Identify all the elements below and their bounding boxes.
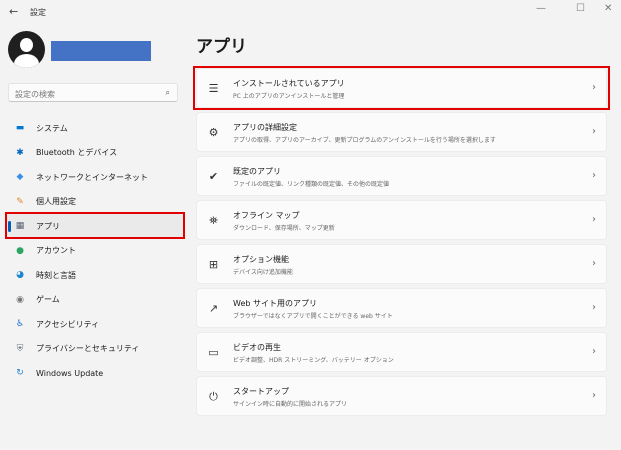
card-icon: ⏻: [209, 390, 218, 403]
card-icon: ↗: [208, 302, 219, 315]
search-icon: ⌕: [165, 88, 170, 97]
highlight-installed-apps: [193, 66, 610, 110]
sidebar-item-5[interactable]: ● アカウント: [6, 239, 184, 263]
sidebar-item-2[interactable]: ◆ ネットワークとインターネット: [6, 165, 184, 189]
card-subtitle: アプリの取得、アプリのアーカイブ、更新プログラムのアンインストールを行う場所を選…: [233, 137, 496, 144]
card-subtitle: ビデオ調整、HDR ストリーミング、バッテリー オプション: [233, 357, 394, 364]
settings-card-6[interactable]: ▭ ビデオの再生ビデオ調整、HDR ストリーミング、バッテリー オプション ›: [196, 332, 607, 372]
settings-card-5[interactable]: ↗ Web サイト用のアプリブラウザーではなくアプリで開くことができる web サ…: [196, 288, 607, 328]
sidebar-icon: ↻: [16, 368, 24, 378]
card-subtitle: ダウンロード、保存場所、マップ更新: [233, 225, 335, 232]
card-title: アプリの詳細設定: [233, 123, 297, 132]
sidebar-item-10[interactable]: ↻ Windows Update: [6, 361, 184, 385]
sidebar-icon: ✱: [16, 147, 24, 158]
chevron-right-icon: ›: [592, 302, 596, 313]
close-button[interactable]: ✕: [604, 3, 612, 14]
sidebar-item-6[interactable]: ◕ 時刻と言語: [6, 263, 184, 287]
card-icon: ⊞: [208, 258, 219, 271]
settings-card-2[interactable]: ✔ 既定のアプリファイルの既定値、リンク種類の既定値、その他の既定値 ›: [196, 156, 607, 196]
sidebar-item-9[interactable]: ⛨ プライバシーとセキュリティ: [6, 337, 184, 361]
card-icon: ▭: [208, 346, 219, 359]
card-icon: ⛯: [209, 214, 218, 227]
maximize-button[interactable]: ☐: [576, 3, 585, 14]
sidebar-item-label: Windows Update: [36, 368, 104, 378]
chevron-right-icon: ›: [592, 126, 596, 137]
search-input[interactable]: 設定の検索 ⌕: [8, 83, 178, 102]
chevron-right-icon: ›: [592, 170, 596, 181]
sidebar-icon: ✎: [16, 196, 24, 207]
back-button[interactable]: ←: [9, 5, 18, 18]
settings-card-4[interactable]: ⊞ オプション機能 デバイス向け追加機能 ›: [196, 244, 607, 284]
sidebar-item-label: アクセシビリティ: [36, 319, 100, 329]
title-bar: ← 設定 — ☐ ✕: [0, 0, 621, 24]
card-title: スタートアップ: [233, 387, 289, 396]
search-placeholder: 設定の検索: [15, 90, 55, 99]
sidebar-icon: ◆: [16, 172, 24, 182]
card-subtitle: ファイルの既定値、リンク種類の既定値、その他の既定値: [233, 181, 390, 188]
sidebar-icon: ▬: [15, 123, 25, 133]
card-icon: ✔: [208, 170, 219, 183]
sidebar-item-label: Bluetooth とデバイス: [36, 148, 118, 157]
sidebar-icon: ◉: [16, 294, 24, 305]
avatar[interactable]: [8, 31, 45, 68]
user-name-redacted: [51, 41, 151, 61]
card-subtitle: デバイス向け追加機能: [233, 269, 293, 276]
card-subtitle: サインイン時に自動的に開始されるアプリ: [233, 401, 348, 408]
card-title: オプション機能: [233, 255, 289, 264]
card-title: Web サイト用のアプリ: [233, 299, 317, 308]
chevron-right-icon: ›: [592, 390, 596, 401]
highlight-apps: [5, 212, 185, 239]
chevron-right-icon: ›: [592, 214, 596, 225]
sidebar-item-label: アカウント: [36, 246, 76, 255]
sidebar-item-8[interactable]: ♿ アクセシビリティ: [6, 312, 184, 336]
sidebar-item-0[interactable]: ▬ システム: [6, 116, 184, 140]
sidebar-icon: ◕: [16, 270, 24, 280]
sidebar-item-label: 個人用設定: [36, 197, 76, 206]
sidebar-item-7[interactable]: ◉ ゲーム: [6, 288, 184, 312]
minimize-button[interactable]: —: [536, 3, 546, 14]
settings-card-1[interactable]: ⚙ アプリの詳細設定アプリの取得、アプリのアーカイブ、更新プログラムのアンインスト…: [196, 112, 607, 152]
sidebar-item-label: プライバシーとセキュリティ: [36, 344, 140, 353]
sidebar-item-label: システム: [36, 123, 68, 133]
settings-card-3[interactable]: ⛯ オフライン マップダウンロード、保存場所、マップ更新 ›: [196, 200, 607, 240]
window-title: 設定: [30, 8, 46, 17]
sidebar-icon: ♿: [15, 319, 25, 329]
sidebar-icon: ⛨: [16, 343, 24, 354]
card-title: 既定のアプリ: [233, 167, 281, 176]
card-title: ビデオの再生: [233, 343, 281, 352]
sidebar-icon: ●: [16, 245, 24, 256]
settings-card-7[interactable]: ⏻ スタートアップサインイン時に自動的に開始されるアプリ ›: [196, 376, 607, 416]
chevron-right-icon: ›: [592, 258, 596, 269]
card-subtitle: ブラウザーではなくアプリで開くことができる web サイト: [233, 313, 393, 320]
sidebar-item-1[interactable]: ✱ Bluetooth とデバイス: [6, 141, 184, 165]
sidebar-item-3[interactable]: ✎ 個人用設定: [6, 190, 184, 214]
card-icon: ⚙: [208, 126, 219, 139]
sidebar-item-label: ゲーム: [36, 295, 60, 304]
page-title: アプリ: [196, 37, 247, 57]
sidebar-item-label: ネットワークとインターネット: [36, 172, 148, 182]
chevron-right-icon: ›: [592, 346, 596, 357]
sidebar-item-label: 時刻と言語: [36, 270, 76, 280]
card-title: オフライン マップ: [233, 211, 300, 220]
